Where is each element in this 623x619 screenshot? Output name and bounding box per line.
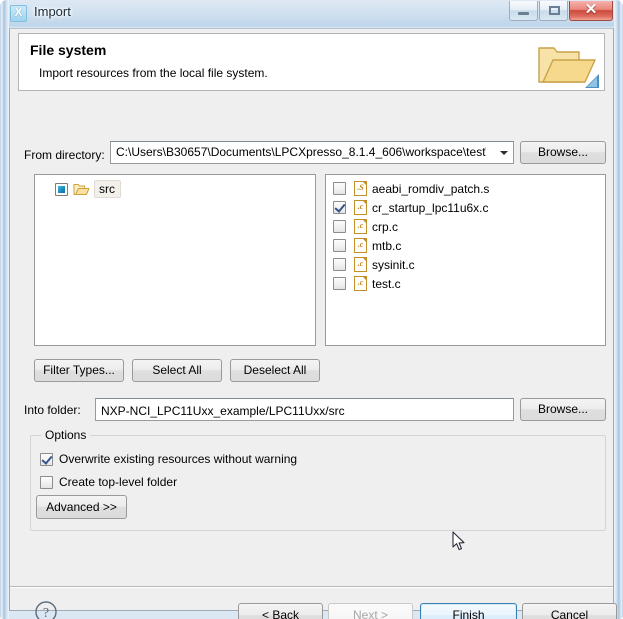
file-extension-glyph: .c	[357, 202, 364, 211]
deselect-all-button[interactable]: Deselect All	[230, 359, 320, 382]
maximize-icon	[549, 6, 560, 15]
finish-button[interactable]: Finish	[420, 603, 517, 619]
next-button: Next >	[328, 603, 413, 619]
file-item-label: mtb.c	[372, 238, 402, 253]
overwrite-label: Overwrite existing resources without war…	[59, 452, 298, 466]
chevron-down-icon[interactable]	[500, 151, 508, 155]
source-file-icon: .c	[354, 257, 367, 272]
source-file-icon: .S	[354, 181, 367, 196]
minimize-icon	[518, 12, 529, 15]
file-list-item[interactable]: .c crp.c	[326, 217, 605, 236]
create-top-level-folder-label: Create top-level folder	[59, 475, 178, 489]
file-list-item[interactable]: .c mtb.c	[326, 236, 605, 255]
file-item-checkbox[interactable]	[333, 182, 346, 195]
file-item-checkbox[interactable]	[333, 201, 346, 214]
into-folder-input[interactable]	[95, 398, 514, 421]
advanced-button[interactable]: Advanced >>	[36, 495, 127, 519]
file-extension-glyph: .c	[357, 240, 364, 249]
file-extension-glyph: .S	[357, 183, 364, 192]
cancel-button[interactable]: Cancel	[522, 603, 617, 619]
browse-directory-button[interactable]: Browse...	[520, 141, 606, 164]
svg-text:?: ?	[43, 606, 49, 619]
file-list-item[interactable]: .c sysinit.c	[326, 255, 605, 274]
folder-tree-panel[interactable]: src	[34, 174, 316, 346]
from-directory-combobox[interactable]: C:\Users\B30657\Documents\LPCXpresso_8.1…	[110, 141, 514, 164]
eclipse-x-icon-glyph: X	[14, 5, 23, 19]
tree-item-label: src	[94, 180, 121, 198]
window-title: Import	[34, 4, 71, 19]
create-top-level-folder-checkbox[interactable]	[40, 475, 53, 489]
minimize-button[interactable]	[509, 1, 538, 21]
footer-divider	[10, 586, 613, 588]
create-top-level-folder-option-row[interactable]: Create top-level folder	[40, 475, 177, 489]
wizard-header: File system Import resources from the lo…	[18, 33, 605, 91]
select-all-button[interactable]: Select All	[132, 359, 222, 382]
options-legend: Options	[41, 428, 91, 442]
file-list-item[interactable]: .c test.c	[326, 274, 605, 293]
into-folder-label: Into folder:	[24, 403, 81, 417]
file-item-checkbox[interactable]	[333, 220, 346, 233]
tree-item-src[interactable]: src	[55, 180, 121, 198]
file-item-checkbox[interactable]	[333, 239, 346, 252]
from-directory-label: From directory:	[24, 148, 105, 162]
dialog-client-area: File system Import resources from the lo…	[9, 28, 617, 619]
from-directory-value: C:\Users\B30657\Documents\LPCXpresso_8.1…	[116, 145, 486, 159]
tree-item-checkbox[interactable]	[55, 182, 68, 196]
file-extension-glyph: .c	[357, 259, 364, 268]
import-dialog-window: X Import ✕ File system Import resources …	[0, 0, 623, 619]
eclipse-x-icon: X	[10, 5, 27, 22]
open-folder-icon	[538, 47, 599, 88]
file-item-label: cr_startup_lpc11u6x.c	[372, 200, 489, 215]
overwrite-option-row[interactable]: Overwrite existing resources without war…	[40, 452, 297, 466]
filter-types-button[interactable]: Filter Types...	[34, 359, 124, 382]
file-extension-glyph: .c	[357, 278, 364, 287]
file-item-label: sysinit.c	[372, 257, 415, 272]
file-item-checkbox[interactable]	[333, 277, 346, 290]
overwrite-checkbox[interactable]	[40, 452, 53, 466]
close-icon: ✕	[584, 2, 598, 18]
page-description: Import resources from the local file sys…	[39, 66, 268, 80]
source-file-icon: .c	[354, 219, 367, 234]
help-question-icon[interactable]: ?	[33, 599, 59, 619]
open-folder-icon	[73, 184, 90, 195]
file-item-label: aeabi_romdiv_patch.s	[372, 181, 490, 196]
source-file-icon: .c	[354, 238, 367, 253]
maximize-button[interactable]	[539, 1, 568, 21]
file-item-checkbox[interactable]	[333, 258, 346, 271]
file-item-label: test.c	[372, 276, 401, 291]
file-extension-glyph: .c	[357, 221, 364, 230]
file-list-item[interactable]: .c cr_startup_lpc11u6x.c	[326, 198, 605, 217]
title-bar[interactable]: X Import ✕	[0, 0, 623, 28]
close-button[interactable]: ✕	[569, 1, 613, 21]
back-button[interactable]: < Back	[238, 603, 323, 619]
source-file-icon: .c	[354, 200, 367, 215]
file-item-label: crp.c	[372, 219, 399, 234]
source-file-icon: .c	[354, 276, 367, 291]
page-title: File system	[30, 42, 107, 58]
file-list-item[interactable]: .S aeabi_romdiv_patch.s	[326, 179, 605, 198]
browse-into-folder-button[interactable]: Browse...	[520, 398, 606, 421]
file-list-panel[interactable]: .S aeabi_romdiv_patch.s .c cr_startup_lpc11…	[325, 174, 606, 346]
